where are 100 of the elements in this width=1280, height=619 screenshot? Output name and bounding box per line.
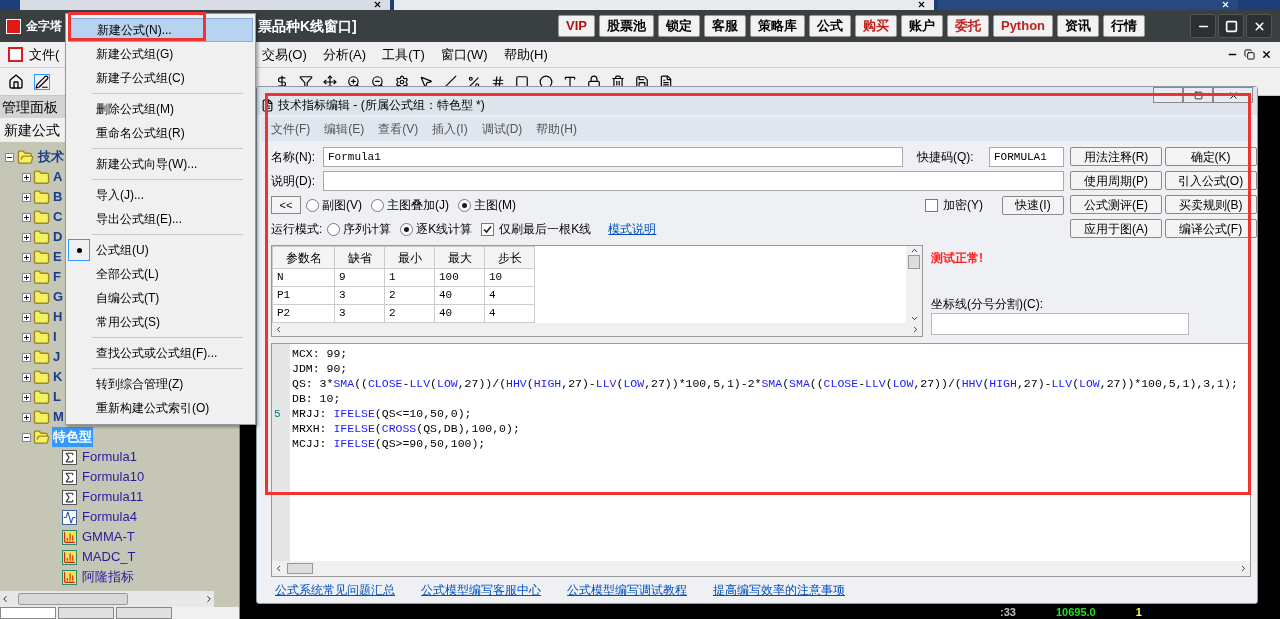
menu-item[interactable]: 新建公式组(G) <box>68 42 253 66</box>
menu-item[interactable]: 工具(T) <box>382 44 425 65</box>
tree-item[interactable]: A <box>52 167 64 187</box>
top-button[interactable]: 公式 <box>808 15 851 37</box>
tree-item[interactable]: 阿隆指标 <box>81 567 135 587</box>
panel-tab[interactable] <box>116 607 172 619</box>
tree-item[interactable]: E <box>52 247 63 267</box>
tree-item[interactable]: Formula1 <box>81 447 138 467</box>
help-link[interactable]: 公式系统常见问题汇总 <box>275 581 395 599</box>
menu-item[interactable]: 重命名公式组(R) <box>68 121 253 145</box>
tree-item[interactable]: M <box>52 407 65 427</box>
close-icon[interactable] <box>917 0 926 9</box>
close-icon[interactable] <box>1261 49 1272 60</box>
dialog-button[interactable]: 公式测评(E) <box>1070 195 1162 214</box>
tree-item[interactable]: H <box>52 307 64 327</box>
vertical-scrollbar[interactable] <box>906 246 922 323</box>
save-icon[interactable] <box>635 74 649 89</box>
text-icon[interactable] <box>563 74 577 89</box>
menu-item[interactable]: 公式组(U) <box>68 238 253 262</box>
expand-icon[interactable] <box>22 412 31 422</box>
tree-item[interactable]: B <box>52 187 64 207</box>
menu-item[interactable]: 编辑(E) <box>324 120 365 138</box>
radio-button[interactable] <box>458 198 471 212</box>
menu-item[interactable]: 调试(D) <box>481 120 523 138</box>
menu-item[interactable]: 导入(J)... <box>68 183 253 207</box>
expand-icon[interactable] <box>22 272 31 282</box>
dialog-button[interactable]: 确定(K) <box>1164 147 1257 166</box>
collapse-icon[interactable] <box>22 432 31 442</box>
menu-item[interactable]: 新建子公式组(C) <box>68 66 253 90</box>
tree-item[interactable]: K <box>52 367 64 387</box>
top-button[interactable]: 客服 <box>703 15 746 37</box>
maximize-button[interactable] <box>1218 14 1244 38</box>
menu-item[interactable]: 全部公式(L) <box>68 262 253 286</box>
shortcut-field[interactable]: FORMULA1 <box>989 147 1064 167</box>
menu-item[interactable]: 文件(F) <box>271 120 311 138</box>
menu-item[interactable]: 重新构建公式索引(O) <box>68 396 253 420</box>
tree-item[interactable]: MADC_T <box>81 547 137 567</box>
home-icon[interactable] <box>8 73 24 90</box>
top-button[interactable]: 股票池 <box>598 15 654 37</box>
lock-icon[interactable] <box>587 74 601 89</box>
expand-icon[interactable] <box>22 232 31 242</box>
tree-item[interactable]: L <box>52 387 62 407</box>
horizontal-scrollbar[interactable] <box>272 323 922 336</box>
settings-icon[interactable] <box>395 74 409 89</box>
close-icon[interactable] <box>373 0 382 9</box>
tree-item[interactable]: Formula4 <box>81 507 138 527</box>
tree-item[interactable]: Formula10 <box>81 467 146 487</box>
top-button[interactable]: VIP <box>558 15 595 37</box>
circle-icon[interactable] <box>539 74 553 89</box>
zoom-in-icon[interactable] <box>347 74 361 89</box>
expand-icon[interactable] <box>22 292 31 302</box>
tree-item[interactable]: Formula11 <box>81 487 145 507</box>
menu-item[interactable]: 插入(I) <box>432 120 468 138</box>
dialog-button[interactable]: 编译公式(F) <box>1164 219 1257 238</box>
top-button[interactable]: 策略库 <box>749 15 805 37</box>
dialog-button[interactable]: 快速(I) <box>1002 195 1064 215</box>
expand-icon[interactable] <box>22 352 31 362</box>
dialog-button[interactable]: 使用周期(P) <box>1070 171 1162 190</box>
menu-item[interactable]: 交易(O) <box>262 44 307 65</box>
horizontal-scrollbar[interactable] <box>272 561 1250 576</box>
menu-item[interactable]: 新建公式向导(W)... <box>68 152 253 176</box>
expand-icon[interactable] <box>22 392 31 402</box>
panel-tab[interactable] <box>0 607 56 619</box>
tree-item[interactable]: G <box>52 287 65 307</box>
top-button[interactable]: 购买 <box>854 15 897 37</box>
top-button[interactable]: Python <box>992 15 1054 37</box>
menu-item[interactable]: 转到综合管理(Z) <box>68 372 253 396</box>
axis-field[interactable] <box>931 313 1189 335</box>
scroll-thumb[interactable] <box>287 563 313 574</box>
dialog-button[interactable]: 用法注释(R) <box>1070 147 1162 166</box>
top-button[interactable]: 账户 <box>900 15 943 37</box>
expand-icon[interactable] <box>22 212 31 222</box>
tree-item[interactable]: F <box>52 267 62 287</box>
pen-icon[interactable] <box>34 73 50 90</box>
document-icon[interactable] <box>659 74 673 89</box>
dialog-button[interactable]: 引入公式(O) <box>1164 171 1257 190</box>
radio-button[interactable] <box>400 222 414 236</box>
tree-item[interactable]: J <box>52 347 62 367</box>
menu-item[interactable]: 帮助(H) <box>503 44 548 65</box>
menu-item[interactable]: 查看(V) <box>378 120 419 138</box>
mode-link[interactable]: 模式说明 <box>608 220 657 238</box>
help-link[interactable]: 公式模型编写调试教程 <box>567 581 687 599</box>
menu-item[interactable]: 自编公式(T) <box>68 286 253 310</box>
menu-item[interactable]: 查找公式或公式组(F)... <box>68 341 253 365</box>
name-field[interactable]: Formula1 <box>323 147 903 167</box>
top-button[interactable]: 资讯 <box>1057 15 1100 37</box>
dialog-button[interactable]: 应用于图(A) <box>1070 219 1162 238</box>
expand-icon[interactable] <box>22 252 31 262</box>
move-icon[interactable] <box>323 74 337 89</box>
description-field[interactable] <box>323 171 1064 191</box>
tree-item[interactable]: D <box>52 227 64 247</box>
close-button[interactable] <box>1246 14 1272 38</box>
expand-icon[interactable] <box>22 312 31 322</box>
help-link[interactable]: 公式模型编写客服中心 <box>421 581 541 599</box>
dialog-button[interactable]: 买卖规则(B) <box>1164 195 1257 214</box>
tree-item[interactable]: C <box>52 207 64 227</box>
expand-icon[interactable] <box>22 172 31 182</box>
collapse-icon[interactable] <box>5 152 14 162</box>
menu-item[interactable]: 分析(A) <box>322 44 367 65</box>
menu-item[interactable]: 导出公式组(E)... <box>68 207 253 231</box>
